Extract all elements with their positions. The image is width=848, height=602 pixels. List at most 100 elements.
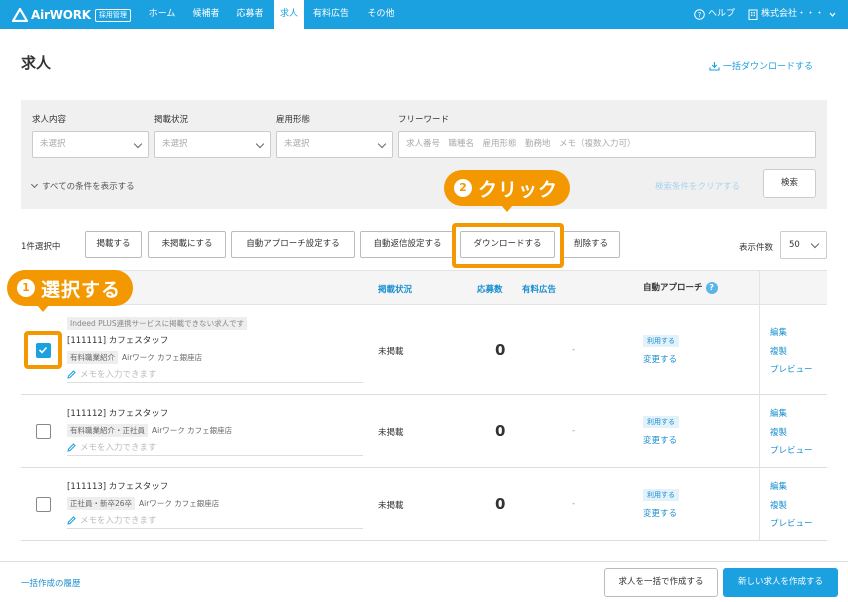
employment-label: 雇用形態 [276, 115, 311, 125]
callout-step-2: 2 クリック [444, 170, 571, 206]
top-nav: AirWORK 採用管理 ホーム 候補者 応募者 求人 有料広告 その他 ? ヘ… [0, 0, 848, 29]
per-page-value: 50 [789, 240, 800, 250]
memo-placeholder: メモを入力できます [80, 443, 157, 453]
row-store: Airワーク カフェ銀座店 [139, 499, 220, 508]
row-status: 未掲載 [378, 501, 404, 511]
auto-reply-button[interactable]: 自動返信設定する [360, 231, 455, 258]
row-tag: 有料職業紹介 [67, 351, 118, 364]
help-label: ヘルプ [708, 9, 736, 19]
row-preview-link[interactable]: プレビュー [770, 363, 813, 375]
row-edit-link[interactable]: 編集 [770, 407, 787, 419]
row-approach-badge: 利用する [643, 416, 679, 428]
help-icon[interactable]: ? [705, 281, 718, 294]
row-preview-link[interactable]: プレビュー [770, 517, 813, 529]
bulk-download-link[interactable]: 一括ダウンロードする [709, 59, 813, 72]
chevron-down-icon [829, 12, 836, 17]
table-row: [111112] カフェスタッフ 有料職業紹介・正社員 Airワーク カフェ銀座… [21, 395, 827, 468]
memo-placeholder: メモを入力できます [80, 370, 157, 380]
row-copy-link[interactable]: 複製 [770, 426, 787, 438]
callout-pointer [501, 205, 513, 212]
row-checkbox[interactable] [36, 424, 51, 439]
nav-candidates[interactable]: 候補者 [184, 0, 228, 29]
row-title[interactable]: [111112] カフェスタッフ [67, 407, 168, 419]
logo-icon [12, 8, 28, 22]
filter-panel: 求人内容 未選択 掲載状況 未選択 雇用形態 未選択 フリーワード 求人番号 職… [21, 100, 827, 209]
row-paid-ads: - [572, 426, 576, 436]
row-change-link[interactable]: 変更する [643, 434, 677, 446]
row-change-link[interactable]: 変更する [643, 353, 677, 365]
logo[interactable]: AirWORK 採用管理 [12, 7, 131, 23]
row-applications: 0 [495, 341, 506, 359]
row-change-link[interactable]: 変更する [643, 507, 677, 519]
row-notice: Indeed PLUS連携サービスに掲載できない求人です [67, 317, 248, 330]
delete-button[interactable]: 削除する [562, 231, 620, 258]
listing-status-select[interactable]: 未選択 [154, 131, 271, 158]
row-tag: 有料職業紹介・正社員 [67, 424, 148, 437]
step-text: 選択する [41, 278, 122, 301]
row-edit-link[interactable]: 編集 [770, 326, 787, 338]
pencil-icon [67, 515, 76, 525]
row-paid-ads: - [572, 499, 576, 509]
chevron-down-icon [30, 180, 39, 189]
chevron-down-icon [133, 139, 143, 149]
help-link[interactable]: ? ヘルプ [694, 0, 735, 29]
memo-placeholder: メモを入力できます [80, 516, 157, 526]
memo-input[interactable]: メモを入力できます [67, 368, 363, 383]
nav-applicants[interactable]: 応募者 [228, 0, 272, 29]
table-column-divider [759, 270, 760, 540]
row-tag: 正社員・新卒26卒 [67, 497, 136, 510]
nav-paid-ads[interactable]: 有料広告 [306, 0, 356, 29]
company-menu[interactable]: 株式会社・・・ [748, 0, 840, 29]
row-checkbox[interactable] [36, 497, 51, 512]
step-text: クリック [478, 178, 559, 201]
nav-other[interactable]: その他 [360, 0, 402, 29]
clear-conditions-link[interactable]: 検索条件をクリアする [655, 180, 740, 192]
table-row: [111113] カフェスタッフ 正社員・新卒26卒 Airワーク カフェ銀座店… [21, 468, 827, 541]
bulk-history-link[interactable]: 一括作成の履歴 [21, 577, 81, 589]
unpublish-button[interactable]: 未掲載にする [148, 231, 226, 258]
callout-step-1: 1 選択する [7, 270, 134, 306]
search-button[interactable]: 検索 [763, 169, 816, 198]
row-copy-link[interactable]: 複製 [770, 345, 787, 357]
row-status: 未掲載 [378, 347, 404, 357]
listing-status-value: 未選択 [162, 139, 188, 149]
chevron-down-icon [810, 239, 820, 249]
per-page-select[interactable]: 50 [780, 231, 827, 259]
row-preview-link[interactable]: プレビュー [770, 444, 813, 456]
logo-text: AirWORK [31, 8, 91, 22]
header-status[interactable]: 掲載状況 [378, 283, 412, 295]
table-header: 掲載状況 応募数 有料広告 自動アプローチ? [21, 270, 827, 305]
row-edit-link[interactable]: 編集 [770, 480, 787, 492]
row-title[interactable]: [111111] カフェスタッフ [67, 334, 168, 346]
row-title[interactable]: [111113] カフェスタッフ [67, 480, 168, 492]
pencil-icon [67, 369, 76, 379]
header-auto-approach: 自動アプローチ? [643, 281, 718, 294]
footer-divider [0, 561, 848, 562]
download-icon [709, 61, 720, 71]
per-page-label: 表示件数 [739, 243, 774, 253]
bulk-create-button[interactable]: 求人を一括で作成する [604, 568, 718, 597]
chevron-down-icon [255, 139, 265, 149]
auto-approach-button[interactable]: 自動アプローチ設定する [231, 231, 355, 258]
employment-select[interactable]: 未選択 [276, 131, 393, 158]
publish-button[interactable]: 掲載する [85, 231, 142, 258]
nav-jobs[interactable]: 求人 [274, 0, 304, 29]
memo-input[interactable]: メモを入力できます [67, 441, 363, 456]
row-applications: 0 [495, 422, 506, 440]
bulk-download-label: 一括ダウンロードする [723, 62, 814, 72]
new-job-button[interactable]: 新しい求人を作成する [723, 568, 838, 597]
header-applications[interactable]: 応募数 [477, 283, 503, 295]
svg-text:?: ? [698, 11, 702, 19]
header-paid-ads[interactable]: 有料広告 [522, 283, 556, 295]
memo-input[interactable]: メモを入力できます [67, 514, 363, 529]
show-all-conditions[interactable]: すべての条件を表示する [30, 180, 135, 192]
table-row: Indeed PLUS連携サービスに掲載できない求人です [111111] カフ… [21, 305, 827, 395]
row-store: Airワーク カフェ銀座店 [152, 426, 233, 435]
row-checkbox[interactable] [36, 343, 51, 358]
chevron-down-icon [377, 139, 387, 149]
nav-home[interactable]: ホーム [140, 0, 184, 29]
freeword-input[interactable]: 求人番号 職種名 雇用形態 勤務地 メモ（複数入力可） [398, 131, 816, 158]
row-copy-link[interactable]: 複製 [770, 499, 787, 511]
job-content-select[interactable]: 未選択 [32, 131, 149, 158]
row-store: Airワーク カフェ銀座店 [122, 353, 203, 362]
